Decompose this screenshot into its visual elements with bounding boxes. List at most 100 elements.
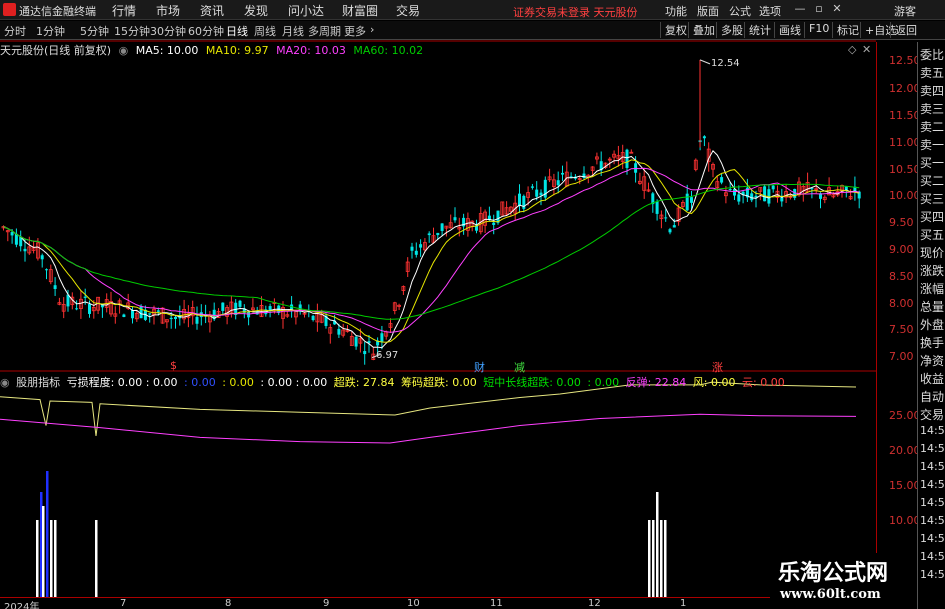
side-item[interactable]: 涨跌 xyxy=(920,262,944,279)
side-item[interactable]: 外盘 xyxy=(920,316,944,333)
side-item[interactable]: 买二 xyxy=(920,172,944,189)
indicator-bar xyxy=(54,520,57,597)
watermark-title: 乐淘公式网 xyxy=(778,560,889,586)
side-item[interactable]: 现价 xyxy=(920,244,944,261)
indicator-toggle-icon[interactable]: ◉ xyxy=(0,376,10,389)
tick-time: 14:56 xyxy=(920,550,945,563)
indicator-value: 亏损程度: 0.00 : 0.00 xyxy=(66,376,178,389)
candle-body xyxy=(169,317,173,320)
indicator-bar xyxy=(42,506,45,597)
event-marker[interactable]: 减 xyxy=(514,359,525,375)
side-item[interactable]: 交易 xyxy=(920,406,944,423)
event-marker[interactable]: $ xyxy=(170,359,177,372)
indicator-value: 反弹: 22.84 xyxy=(625,376,687,389)
date-tick: 2024年 xyxy=(4,602,40,609)
candle-body xyxy=(453,217,457,221)
tick-time: 14:56 xyxy=(920,478,945,491)
candle-body xyxy=(10,232,14,236)
high-pointer xyxy=(699,59,711,65)
price-tick: 8.00 xyxy=(889,297,914,310)
indicator-bar xyxy=(648,520,651,597)
kline-chart[interactable] xyxy=(0,0,945,609)
price-tick: 7.50 xyxy=(889,323,914,336)
side-item[interactable]: 卖五 xyxy=(920,64,944,81)
stock-name[interactable]: 天元股份(日线 前复权) xyxy=(0,44,111,57)
event-marker[interactable]: 涨 xyxy=(712,359,723,375)
side-item[interactable]: 委比 xyxy=(920,46,944,63)
indicator-tick: 20.00 xyxy=(889,444,921,457)
candle-body xyxy=(75,308,79,310)
legend-ma20: MA20: 10.03 xyxy=(276,44,346,57)
panel-close-icon[interactable]: ✕ xyxy=(862,43,871,56)
price-tick: 8.50 xyxy=(889,270,914,283)
side-item[interactable]: 买四 xyxy=(920,208,944,225)
date-tick: 11 xyxy=(490,598,503,609)
indicator-value: 风: 0.00 xyxy=(692,376,736,389)
candle-body xyxy=(45,269,48,271)
candle-body xyxy=(625,149,629,168)
ma60-line xyxy=(3,183,860,320)
side-item[interactable]: 换手 xyxy=(920,334,944,351)
legend-ma60: MA60: 10.02 xyxy=(353,44,424,57)
date-tick: 12 xyxy=(588,598,601,609)
candle-body xyxy=(380,333,384,342)
candle-body xyxy=(83,296,87,298)
candle-body xyxy=(440,223,444,231)
indicator-value: 云: 0.00 xyxy=(742,376,785,389)
indicator-name[interactable]: 股朋指标 xyxy=(16,376,60,389)
chart-legend: 天元股份(日线 前复权) ◉ MA5: 10.00 MA10: 9.97 MA2… xyxy=(0,42,427,57)
candle-body xyxy=(655,201,659,214)
price-tick: 12.50 xyxy=(889,54,921,67)
indicator-value: : 0.00 xyxy=(587,376,620,389)
candle-body xyxy=(14,233,18,245)
side-item[interactable]: 买一 xyxy=(920,154,944,171)
side-item[interactable]: 买五 xyxy=(920,226,944,243)
candle-body xyxy=(518,193,521,206)
price-tick: 11.50 xyxy=(889,109,921,122)
candle-body xyxy=(556,180,560,186)
candle-body xyxy=(728,189,732,191)
side-item[interactable]: 卖三 xyxy=(920,100,944,117)
indicator-bar xyxy=(50,520,53,597)
side-item[interactable]: 卖四 xyxy=(920,82,944,99)
side-item[interactable]: 买三 xyxy=(920,190,944,207)
date-tick: 8 xyxy=(225,598,232,609)
candle-body xyxy=(702,136,706,139)
candle-body xyxy=(148,313,152,315)
candle-body xyxy=(685,193,689,211)
event-marker[interactable]: 财 xyxy=(474,359,485,375)
rebound-line xyxy=(0,413,857,444)
indicator-value: : 0.00 : 0.00 xyxy=(260,376,328,389)
candle-body xyxy=(436,232,440,236)
candle-body xyxy=(750,193,754,201)
candle-body xyxy=(122,314,126,317)
candle-body xyxy=(354,336,358,347)
indicator-value: 筹码超跌: 0.00 xyxy=(401,376,477,389)
indicator-bar xyxy=(652,520,655,597)
ma20-line xyxy=(3,167,860,333)
indicator-bar xyxy=(656,492,659,597)
side-item[interactable]: 净资 xyxy=(920,352,944,369)
side-item[interactable]: 涨幅 xyxy=(920,280,944,297)
watermark-url: www.60lt.com xyxy=(780,587,881,602)
high-price-label: 12.54 xyxy=(711,58,740,69)
tick-time: 14:56 xyxy=(920,424,945,437)
diamond-icon[interactable]: ◇ xyxy=(848,43,856,56)
side-item[interactable]: 收益 xyxy=(920,370,944,387)
candle-body xyxy=(763,186,767,202)
indicator-bar xyxy=(46,471,49,597)
date-tick: 7 xyxy=(120,598,127,609)
side-item[interactable]: 总量 xyxy=(920,298,944,315)
side-item[interactable]: 自动 xyxy=(920,388,944,405)
candle-body xyxy=(664,217,668,219)
price-tick: 11.00 xyxy=(889,136,921,149)
low-price-label: 6.97 xyxy=(376,350,399,361)
side-item[interactable]: 卖二 xyxy=(920,118,944,135)
legend-toggle-icon[interactable]: ◉ xyxy=(119,44,129,57)
side-item[interactable]: 卖一 xyxy=(920,136,944,153)
candle-body xyxy=(561,172,564,175)
indicator-value: : 0.00 xyxy=(184,376,216,389)
candle-body xyxy=(672,225,676,228)
candle-body xyxy=(690,197,693,203)
date-tick: 10 xyxy=(407,598,420,609)
